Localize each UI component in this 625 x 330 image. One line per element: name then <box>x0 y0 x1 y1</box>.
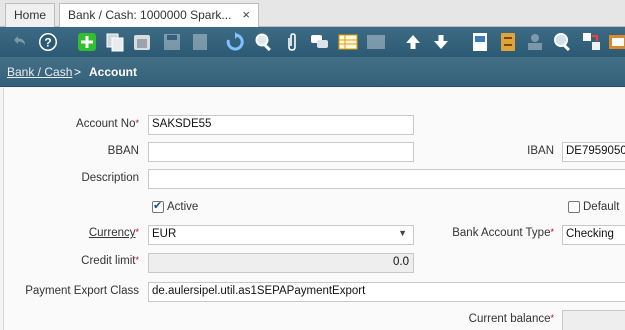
payment-export-class-label: Payment Export Class <box>25 285 139 297</box>
active-label: Active <box>167 201 199 213</box>
report-icon[interactable] <box>468 30 492 54</box>
default-checkbox[interactable] <box>568 201 580 213</box>
current-balance-field[interactable] <box>562 310 625 330</box>
current-balance-label: Current balance* <box>468 313 554 325</box>
save-icon[interactable] <box>160 30 184 54</box>
currency-label[interactable]: Currency* <box>64 227 139 239</box>
attachment-icon[interactable] <box>280 30 304 54</box>
refresh-icon[interactable] <box>223 30 247 54</box>
bban-field[interactable] <box>148 142 414 162</box>
breadcrumb-current: Account <box>89 65 137 79</box>
toolbar: ? <box>0 27 625 57</box>
print-icon[interactable] <box>523 30 547 54</box>
delete-icon[interactable] <box>130 30 154 54</box>
payment-export-class-field[interactable]: de.aulersipel.util.as1SEPAPaymentExport <box>148 282 625 302</box>
bban-label: BBAN <box>107 145 139 157</box>
currency-value: EUR <box>152 228 177 240</box>
credit-limit-label: Credit limit* <box>81 255 139 267</box>
breadcrumb-parent-link[interactable]: Bank / Cash <box>7 65 72 79</box>
next-record-icon[interactable] <box>429 30 453 54</box>
workflow-icon[interactable] <box>580 30 604 54</box>
description-field[interactable] <box>148 169 625 189</box>
active-checkbox[interactable] <box>152 199 164 213</box>
iban-field[interactable]: DE79590501 <box>562 142 625 162</box>
undo-icon[interactable] <box>7 30 31 54</box>
description-label: Description <box>81 172 139 184</box>
iban-label: IBAN <box>527 145 554 157</box>
bank-account-type-select[interactable]: Checking <box>562 225 625 245</box>
currency-select[interactable]: EUR ▼ <box>148 225 414 245</box>
account-no-label: Account No* <box>76 118 139 130</box>
default-label: Default <box>583 201 620 213</box>
zoom-across-icon[interactable] <box>551 30 575 54</box>
previous-record-icon[interactable] <box>401 30 425 54</box>
credit-limit-field[interactable]: 0.0 <box>148 253 414 273</box>
chat-icon[interactable] <box>308 30 332 54</box>
tab-home[interactable]: Home <box>5 3 55 27</box>
new-record-icon[interactable] <box>75 30 99 54</box>
tab-bank-cash-label: Bank / Cash: 1000000 Spark... <box>68 8 232 22</box>
account-no-field[interactable]: SAKSDE55 <box>148 115 414 135</box>
chevron-down-icon: ▼ <box>398 228 407 238</box>
tab-bank-cash[interactable]: Bank / Cash: 1000000 Spark... × <box>59 3 259 28</box>
history-icon[interactable] <box>364 30 388 54</box>
tab-bar: Home Bank / Cash: 1000000 Spark... × <box>0 0 625 28</box>
copy-record-icon[interactable] <box>103 30 127 54</box>
grid-toggle-icon[interactable] <box>336 30 360 54</box>
archive-icon[interactable] <box>496 30 520 54</box>
find-icon[interactable] <box>252 30 276 54</box>
help-icon[interactable]: ? <box>36 30 60 54</box>
breadcrumb-separator: > <box>74 65 82 79</box>
bank-account-type-label: Bank Account Type* <box>452 227 554 239</box>
close-icon[interactable]: × <box>242 4 250 26</box>
svg-text:?: ? <box>44 36 51 50</box>
delete-selected-icon[interactable] <box>188 30 212 54</box>
account-form: Account No* SAKSDE55 BBAN IBAN DE7959050… <box>3 88 625 330</box>
process-icon[interactable] <box>606 30 625 54</box>
breadcrumb: Bank / Cash > Account <box>0 57 625 87</box>
